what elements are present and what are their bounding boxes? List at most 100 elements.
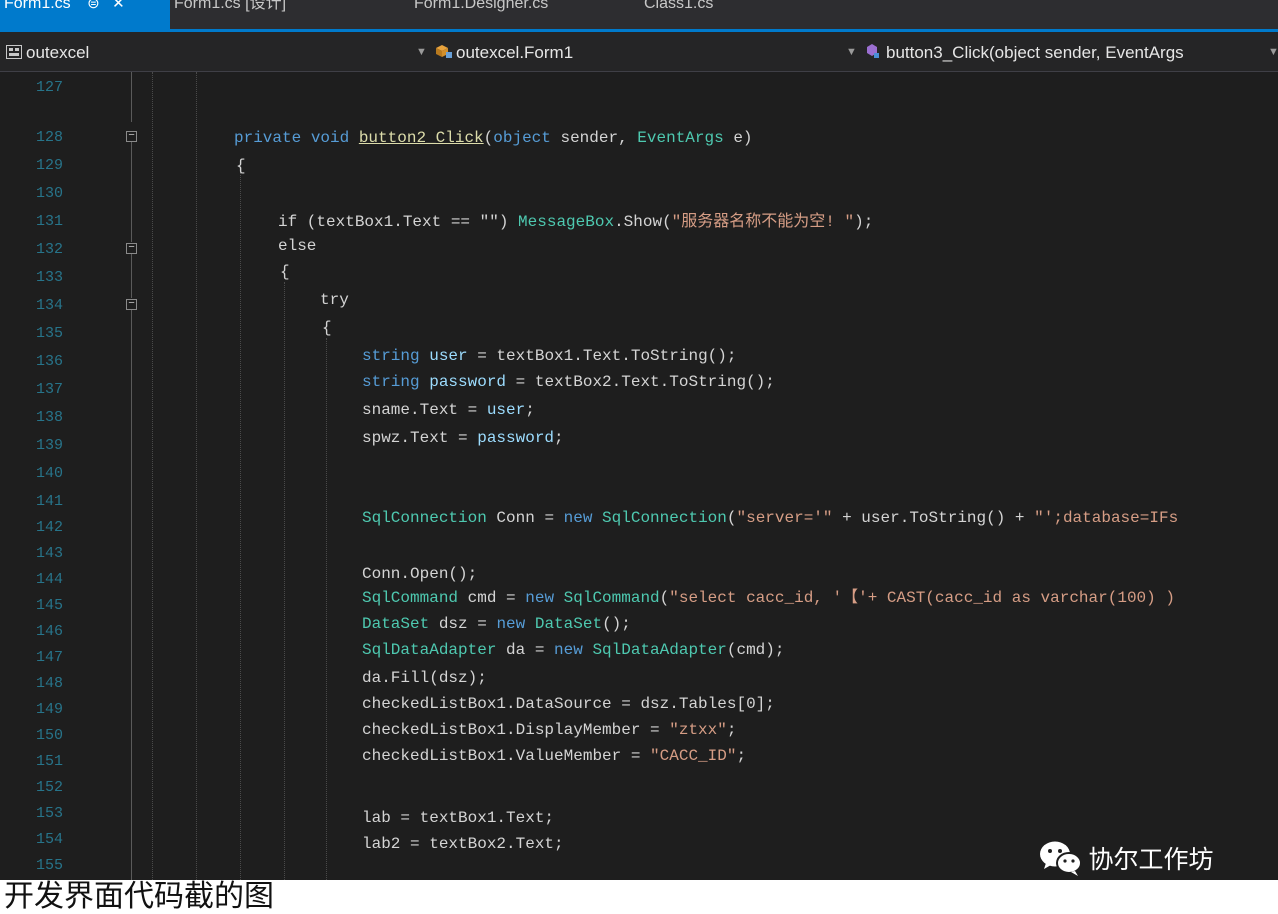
line-number: 149 (36, 701, 64, 718)
code-token: if (textBox1.Text == "") (278, 213, 519, 231)
indent-guide (326, 338, 327, 880)
code-token: "select cacc_id, '【'+ CAST(cacc_id as va… (669, 589, 1175, 607)
code-token: spwz.Text = (362, 429, 478, 447)
line-number: 143 (36, 545, 64, 562)
code-token: new (525, 589, 564, 607)
indent-guide (196, 72, 197, 880)
code-line-129: { (236, 157, 246, 175)
code-editor[interactable]: 127 128 129 130 131 132 133 134 135 136 … (0, 72, 1278, 880)
member-name: button3_Click(object sender, EventArgs (886, 43, 1184, 62)
line-number-gutter: 127 128 129 130 131 132 133 134 135 136 … (0, 72, 120, 880)
code-token: Conn = (486, 509, 564, 527)
line-number: 146 (36, 623, 64, 640)
code-line-133: { (280, 263, 290, 281)
class-icon (434, 43, 452, 64)
code-token: sender, (550, 129, 638, 147)
tab-label: Form1.cs [设计] (174, 0, 287, 12)
code-line-148: da.Fill(dsz); (362, 669, 487, 687)
code-line-137: string password = textBox2.Text.ToString… (362, 372, 775, 392)
image-caption: 开发界面代码截的图 (4, 879, 274, 914)
code-token: SqlConnection (362, 509, 487, 527)
code-token: string (362, 347, 430, 365)
line-number: 139 (36, 437, 64, 454)
code-token: ); (854, 213, 874, 231)
code-token: = textBox1.Text.ToString(); (467, 347, 737, 365)
line-number: 153 (36, 805, 64, 822)
code-token: SqlCommand (362, 589, 459, 607)
code-line-146: DataSet dsz = new DataSet(); (362, 614, 631, 634)
line-number: 138 (36, 409, 64, 426)
code-token: new (554, 641, 593, 659)
code-line-151: checkedListBox1.ValueMember = "CACC_ID"; (362, 746, 746, 766)
line-number: 134 (36, 297, 64, 314)
code-line-135: { (322, 319, 332, 337)
code-token: ( (483, 129, 494, 147)
code-token: SqlCommand (563, 589, 660, 607)
code-token: checkedListBox1.ValueMember = (362, 747, 651, 765)
tab-label: Form1.Designer.cs (414, 0, 549, 12)
line-number: 150 (36, 727, 64, 744)
code-line-150: checkedListBox1.DisplayMember = "ztxx"; (362, 720, 736, 740)
code-token: MessageBox (518, 213, 615, 231)
code-token: new (496, 615, 535, 633)
code-token: password (429, 373, 507, 391)
line-number: 148 (36, 675, 64, 692)
code-token: (cmd); (726, 641, 785, 659)
chevron-down-icon[interactable]: ▼ (1268, 46, 1278, 58)
code-line-134: try (320, 291, 349, 309)
chevron-down-icon[interactable]: ▼ (416, 46, 427, 58)
collapse-icon[interactable]: − (126, 243, 137, 254)
outline-line (131, 254, 132, 298)
code-token: sname.Text = (362, 401, 487, 419)
line-number: 127 (36, 79, 64, 96)
line-number: 135 (36, 325, 64, 342)
navigation-bar: outexcel ▼ outexcel.Form1 ▼ button3_Clic… (0, 32, 1278, 72)
code-line-136: string user = textBox1.Text.ToString(); (362, 346, 736, 366)
line-number: 128 (36, 129, 64, 146)
line-number: 137 (36, 381, 64, 398)
member-dropdown[interactable]: button3_Click(object sender, EventArgs (864, 43, 1184, 64)
pin-icon[interactable]: ⊜ (87, 0, 100, 14)
outline-line (131, 142, 132, 242)
watermark: 协尔工作坊 (1038, 838, 1213, 878)
code-token: object (493, 129, 551, 147)
outline-line (131, 310, 132, 880)
line-number: 131 (36, 213, 64, 230)
code-line-128: private void button2_Click(object sender… (234, 128, 753, 148)
code-token: user (429, 347, 468, 365)
code-token: (); (602, 615, 631, 633)
line-number: 140 (36, 465, 64, 482)
code-line-144: Conn.Open(); (362, 565, 478, 583)
tab-form1-designer[interactable]: Form1.Designer.cs (410, 0, 620, 29)
line-number: 142 (36, 519, 64, 536)
code-token: ; (736, 747, 747, 765)
tab-form1-design[interactable]: Form1.cs [设计] (170, 0, 370, 29)
tab-class1[interactable]: Class1.cs (640, 0, 790, 29)
indent-guide (152, 72, 153, 880)
tab-form1-cs[interactable]: Form1.cs ⊜ ✕ (0, 0, 170, 29)
chevron-down-icon[interactable]: ▼ (846, 46, 857, 58)
collapse-icon[interactable]: − (126, 131, 137, 142)
code-token: password (477, 429, 555, 447)
code-token: "CACC_ID" (650, 747, 737, 765)
code-line-138: sname.Text = user; (362, 400, 535, 420)
collapse-icon[interactable]: − (126, 299, 137, 310)
code-token: + user.ToString() + (832, 509, 1035, 527)
class-dropdown[interactable]: outexcel.Form1 (434, 43, 573, 64)
code-token: ; (554, 429, 564, 447)
code-token: = textBox2.Text.ToString(); (506, 373, 775, 391)
line-number: 152 (36, 779, 64, 796)
line-number: 155 (36, 857, 64, 874)
code-token: ; (525, 401, 535, 419)
code-token: user (486, 401, 526, 419)
code-token: button2_Click (358, 129, 484, 147)
code-token: dsz = (429, 615, 497, 633)
close-icon[interactable]: ✕ (112, 0, 125, 14)
screenshot-frame: Form1.cs ⊜ ✕ Form1.cs [设计] Form1.Designe… (0, 0, 1278, 880)
project-dropdown[interactable]: outexcel (6, 43, 89, 64)
code-line-142: SqlConnection Conn = new SqlConnection("… (362, 508, 1178, 528)
line-number: 132 (36, 241, 64, 258)
line-number: 151 (36, 753, 64, 770)
code-token: string (362, 373, 430, 391)
code-line-153: lab = textBox1.Text; (362, 809, 555, 827)
